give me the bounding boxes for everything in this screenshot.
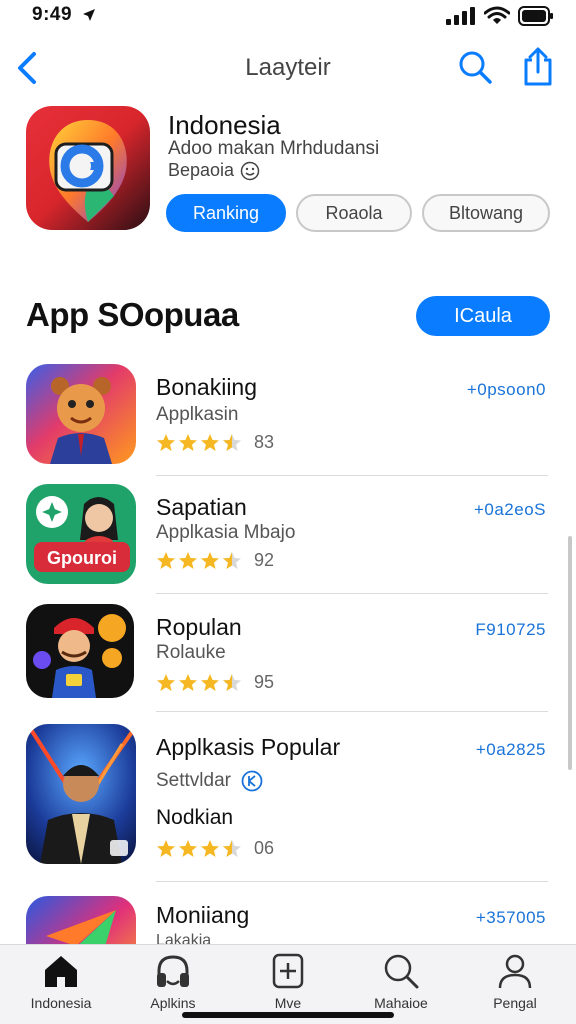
- featured-subtitle: Adoo makan Mrhdudansi: [168, 138, 380, 159]
- star-icon: [157, 551, 175, 569]
- rating-value: 83: [254, 432, 275, 452]
- featured-app[interactable]: Indonesia Adoo makan Mrhdudansi Bepaoia …: [26, 106, 556, 236]
- location-arrow-icon: [82, 8, 95, 21]
- chip-ranking[interactable]: Ranking: [166, 194, 286, 232]
- badge-icon: [241, 770, 263, 792]
- tab-label: Pengal: [493, 995, 537, 1011]
- list-item[interactable]: Gpouroi Sapatian Applkasia Mbajo 92 +0a2…: [0, 476, 576, 594]
- featured-app-icon[interactable]: [26, 106, 150, 230]
- star-icon: [179, 433, 197, 451]
- star-half-icon: [223, 673, 241, 691]
- star-half-icon: [223, 839, 241, 857]
- star-icon: [157, 839, 175, 857]
- star-icon: [201, 673, 219, 691]
- chip-bltowang[interactable]: Bltowang: [422, 194, 550, 232]
- home-icon: [45, 956, 77, 987]
- status-icons: [446, 6, 554, 26]
- rating-value: 95: [254, 672, 275, 692]
- star-icon: [157, 673, 175, 691]
- add-square-icon: [272, 953, 304, 989]
- app-code[interactable]: +357005: [476, 908, 546, 928]
- app-code[interactable]: F910725: [475, 620, 546, 640]
- star-icon: [179, 839, 197, 857]
- search-icon: [384, 954, 419, 989]
- tab-label: Mve: [274, 995, 302, 1011]
- chip-roaola[interactable]: Roaola: [296, 194, 412, 232]
- status-time: 9:49: [32, 4, 96, 26]
- rating-value: 06: [254, 838, 275, 858]
- app-icon[interactable]: [26, 724, 136, 864]
- list-item[interactable]: Moniiang Lakakia +357005: [0, 882, 576, 944]
- featured-title: Indonesia: [168, 110, 281, 140]
- headphones-icon: [157, 955, 189, 987]
- tab-mahaioe[interactable]: Mahaioe: [346, 951, 456, 1011]
- list-item[interactable]: Bonakiing Applkasin 83 +0psoon0: [0, 358, 576, 476]
- app-code[interactable]: +0a2eoS: [474, 500, 546, 520]
- tab-label: Aplkins: [150, 995, 196, 1011]
- app-subtitle: Settvldar: [156, 770, 263, 792]
- search-icon[interactable]: [458, 50, 492, 84]
- battery-icon: [518, 6, 553, 26]
- app-subtitle: Rolauke: [156, 642, 226, 663]
- star-icon: [179, 551, 197, 569]
- star-icon: [201, 839, 219, 857]
- tab-indonesia[interactable]: Indonesia: [6, 951, 116, 1011]
- featured-meta: Bepaoia: [168, 160, 260, 181]
- list-item[interactable]: Ropulan Rolauke 95 F910725: [0, 594, 576, 712]
- home-indicator[interactable]: [182, 1012, 394, 1018]
- signal-icon: [446, 7, 475, 25]
- rating-value: 92: [254, 550, 275, 570]
- app-rating: 83: [156, 432, 274, 453]
- app-code[interactable]: +0psoon0: [467, 380, 546, 400]
- app-icon[interactable]: [26, 604, 134, 698]
- wifi-icon: [484, 6, 510, 24]
- star-icon: [201, 551, 219, 569]
- star-half-icon: [223, 433, 241, 451]
- tab-pengal[interactable]: Pengal: [460, 951, 570, 1011]
- star-icon: [157, 433, 175, 451]
- star-half-icon: [223, 551, 241, 569]
- tab-aplkins[interactable]: Aplkins: [118, 951, 228, 1011]
- app-rating: 92: [156, 550, 274, 571]
- app-rating: 06: [156, 838, 274, 859]
- scroll-indicator[interactable]: [568, 536, 572, 770]
- tab-label: Indonesia: [30, 995, 92, 1011]
- nav-bar: Laayteir: [0, 40, 576, 96]
- smiley-icon: [240, 161, 260, 180]
- person-icon: [498, 954, 532, 989]
- app-subtitle: Lakakia: [156, 932, 212, 944]
- section-title: App SOopuaa: [26, 296, 239, 333]
- app-subtitle: Applkasin: [156, 404, 239, 425]
- app-name: Bonakiing: [156, 374, 258, 400]
- tab-mve[interactable]: Mve: [233, 951, 343, 1011]
- tab-label: Mahaioe: [374, 995, 428, 1011]
- app-name: Ropulan: [156, 614, 242, 640]
- section-action-button[interactable]: ICaula: [416, 296, 550, 336]
- app-code[interactable]: +0a2825: [476, 740, 546, 760]
- share-icon[interactable]: [520, 46, 556, 86]
- app-name: Applkasis Popular: [156, 734, 341, 760]
- app-name: Sapatian: [156, 494, 247, 520]
- app-icon[interactable]: Gpouroi: [26, 484, 136, 584]
- star-icon: [179, 673, 197, 691]
- status-bar: 9:49: [0, 0, 576, 30]
- app-icon[interactable]: [26, 364, 136, 464]
- list-item[interactable]: Applkasis Popular Settvldar Nodkian 06 +…: [0, 712, 576, 882]
- app-rating: 95: [156, 672, 274, 693]
- app-icon[interactable]: [26, 896, 136, 944]
- app-extra-label: Nodkian: [156, 806, 234, 829]
- app-name: Moniiang: [156, 902, 250, 928]
- app-subtitle: Applkasia Mbajo: [156, 522, 296, 543]
- svg-text:Gpouroi: Gpouroi: [47, 548, 117, 568]
- chip-row: Ranking Roaola Bltowang: [166, 194, 550, 232]
- star-icon: [201, 433, 219, 451]
